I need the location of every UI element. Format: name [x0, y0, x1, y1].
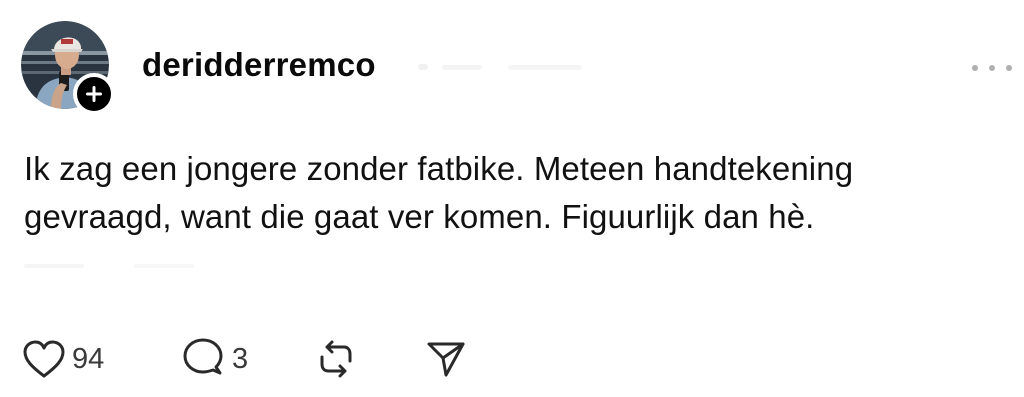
post-text-line: gevraagd, want die gaat ver komen. Figuu…: [24, 198, 815, 235]
reply-count: 3: [232, 343, 249, 375]
more-horizontal-icon: [972, 65, 978, 71]
send-icon: [427, 342, 465, 377]
faded-line: [24, 264, 194, 268]
repost-button[interactable]: [314, 336, 358, 382]
more-dot: [989, 65, 995, 71]
heart-icon: [23, 340, 65, 378]
share-button[interactable]: [424, 336, 468, 382]
avatar-container[interactable]: [21, 21, 115, 115]
speech-bubble-icon: [183, 338, 223, 375]
thread-post: deridderremco Ik zag een jongere zonder …: [0, 0, 1024, 397]
more-options-button[interactable]: [972, 58, 1012, 78]
post-text: Ik zag een jongere zonder fatbike. Metee…: [24, 145, 1014, 241]
reply-button[interactable]: 3: [180, 336, 248, 382]
like-button[interactable]: 94: [22, 336, 104, 382]
more-dot: [1006, 65, 1012, 71]
action-bar: 94 3: [22, 336, 622, 382]
repost-icon: [320, 340, 352, 378]
post-text-line: Ik zag een jongere zonder fatbike. Metee…: [24, 150, 854, 187]
plus-icon: [86, 86, 102, 102]
post-meta-faded: [418, 64, 582, 70]
follow-button[interactable]: [73, 73, 115, 115]
like-count: 94: [72, 343, 105, 375]
post-username[interactable]: deridderremco: [142, 45, 376, 85]
